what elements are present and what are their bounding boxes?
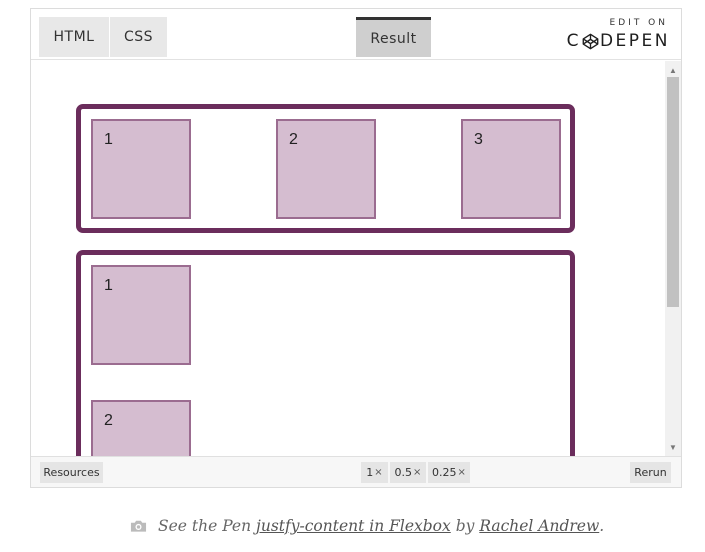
embed-toolbar: HTML CSS Result EDIT ON C DEPEN [31, 9, 681, 60]
flex-item: 1 [91, 119, 191, 219]
codepen-logo-icon [582, 33, 599, 49]
tab-result[interactable]: Result [356, 17, 431, 57]
result-scrollbar[interactable]: ▲ ▼ [665, 61, 681, 456]
zoom-value: 1 [366, 466, 374, 479]
zoom-value: 0.25 [432, 466, 457, 479]
zoom-05x-button[interactable]: 0.5 × [390, 462, 426, 483]
caption-prefix: See the Pen [158, 517, 257, 535]
zoom-suffix: × [374, 467, 383, 478]
flex-item: 2 [91, 400, 191, 456]
codepen-wordmark-end: DEPEN [599, 31, 670, 51]
scroll-down-icon[interactable]: ▼ [665, 440, 681, 454]
camera-icon [130, 520, 147, 532]
edit-on-codepen-link[interactable]: EDIT ON C DEPEN [567, 16, 670, 52]
resources-button[interactable]: Resources [40, 462, 103, 483]
embed-footer: Resources 1 × 0.5 × 0.25 × Rerun [31, 456, 681, 487]
tab-css[interactable]: CSS [110, 17, 167, 57]
result-frame: 1 2 3 1 2 ▲ ▼ [31, 61, 681, 456]
flex-item: 1 [91, 265, 191, 365]
caption-by: by [450, 517, 480, 535]
pen-title-link[interactable]: justfy-content in Flexbox [256, 517, 451, 535]
flex-container-column: 1 2 [76, 250, 575, 456]
scrollbar-thumb[interactable] [667, 77, 679, 307]
zoom-suffix: × [457, 467, 466, 478]
edit-on-label: EDIT ON [609, 18, 668, 28]
zoom-value: 0.5 [394, 466, 413, 479]
caption-end: . [599, 517, 605, 535]
rerun-button[interactable]: Rerun [630, 462, 671, 483]
codepen-wordmark-start: C [566, 31, 581, 51]
scroll-up-icon[interactable]: ▲ [665, 63, 681, 77]
zoom-025x-button[interactable]: 0.25 × [428, 462, 470, 483]
author-link[interactable]: Rachel Andrew [479, 517, 599, 535]
flex-item: 2 [276, 119, 376, 219]
flex-container-row: 1 2 3 [76, 104, 575, 233]
zoom-suffix: × [413, 467, 422, 478]
codepen-embed: HTML CSS Result EDIT ON C DEPEN 1 2 3 1 … [30, 8, 682, 488]
codepen-wordmark: C DEPEN [567, 31, 670, 51]
zoom-1x-button[interactable]: 1 × [361, 462, 388, 483]
tab-html[interactable]: HTML [39, 17, 109, 57]
flex-item: 3 [461, 119, 561, 219]
pen-caption: See the Pen justfy-content in Flexbox by… [130, 515, 604, 537]
